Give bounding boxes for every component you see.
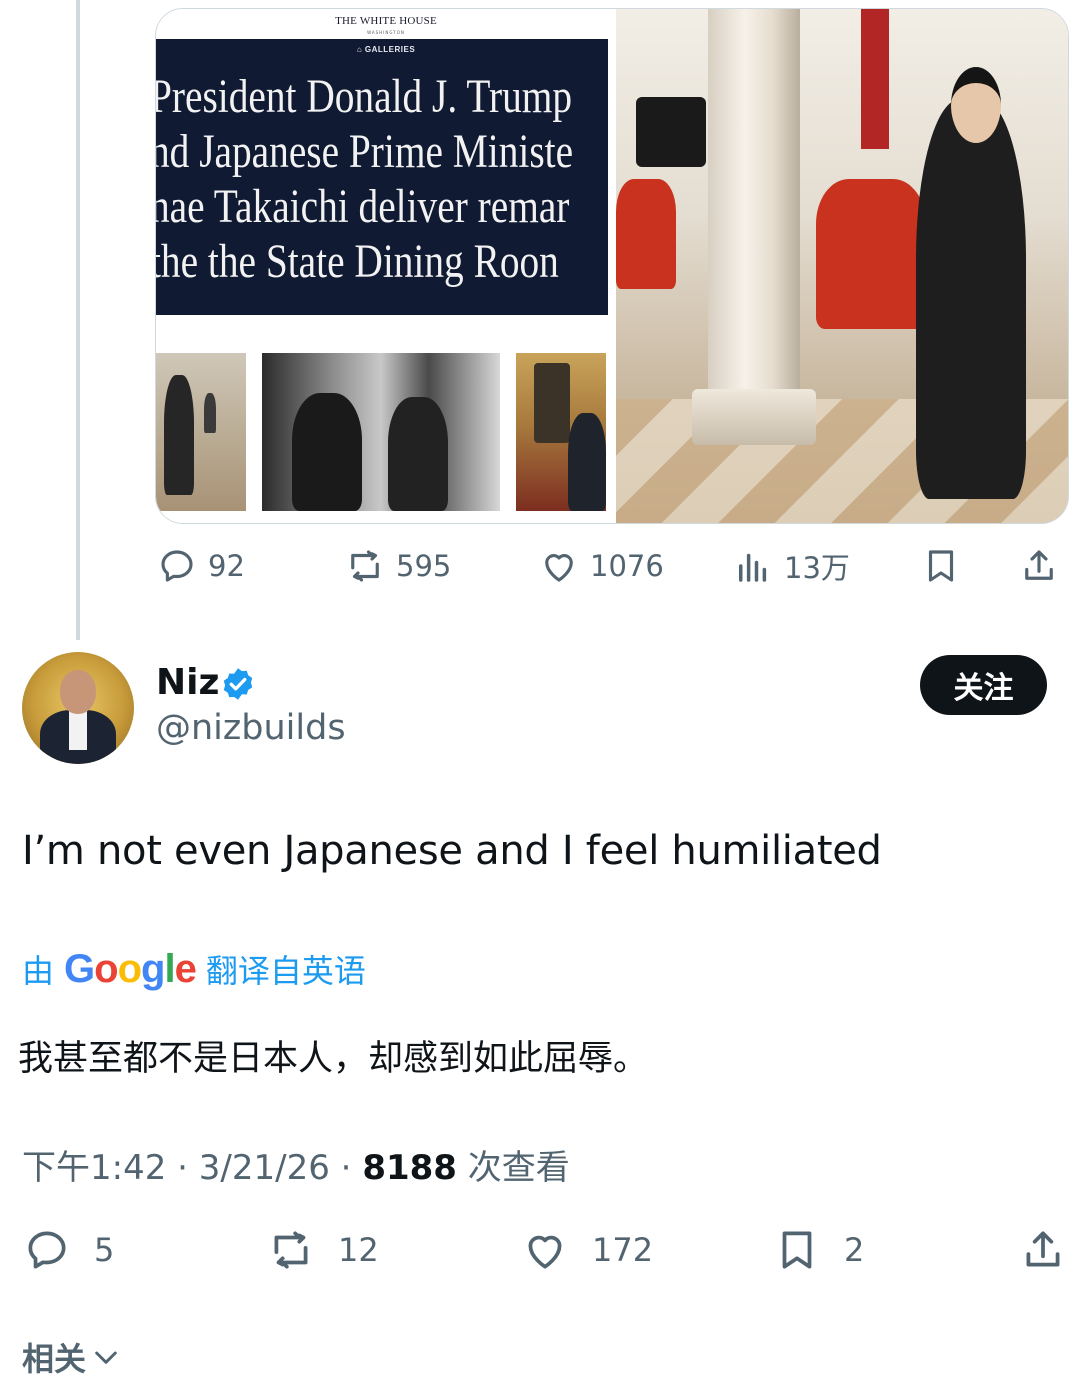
repost-count: 12 (338, 1231, 379, 1269)
section-label: ⌂ GALLERIES (356, 45, 416, 54)
site-logo-sub: WASHINGTON (367, 30, 405, 35)
related-toggle[interactable]: 相关 (22, 1334, 122, 1380)
tweet-time[interactable]: 下午1:42 (22, 1148, 166, 1188)
repost-count: 595 (396, 549, 452, 583)
follow-button[interactable]: 关注 (920, 655, 1047, 715)
screenshot-panel[interactable]: THE WHITE HOUSE WASHINGTON ⌂ GALLERIES P… (156, 9, 616, 523)
bookmark-button[interactable] (920, 540, 962, 592)
tweet-meta: 下午1:42 · 3/21/26 · 8188 次查看 (22, 1148, 570, 1188)
repost-button[interactable]: 12 (266, 1224, 379, 1276)
like-icon (545, 554, 573, 582)
like-button[interactable]: 1076 (538, 540, 664, 592)
like-icon (528, 1235, 562, 1269)
repost-button[interactable]: 595 (344, 540, 451, 592)
like-count: 172 (592, 1231, 654, 1269)
reply-button[interactable]: 5 (22, 1224, 114, 1276)
gallery-thumbnail[interactable] (156, 353, 246, 511)
related-label: 相关 (22, 1340, 87, 1378)
media-card[interactable]: THE WHITE HOUSE WASHINGTON ⌂ GALLERIES P… (155, 8, 1069, 524)
translate-suffix: 翻译自英语 (205, 952, 366, 990)
translated-text: 我甚至都不是日本人，却感到如此屈辱。 (18, 1039, 649, 1079)
verified-badge-icon (223, 668, 253, 700)
like-count: 1076 (590, 549, 664, 583)
bookmark-count: 2 (844, 1231, 865, 1269)
share-button[interactable] (1018, 1224, 1068, 1276)
share-icon (1025, 550, 1053, 580)
gallery-thumbnail[interactable] (516, 353, 606, 511)
views-total: 8188 (362, 1148, 457, 1188)
bookmark-button[interactable]: 2 (772, 1224, 864, 1276)
reply-count: 5 (94, 1231, 115, 1269)
author-name[interactable]: Niz (156, 662, 219, 703)
bookmark-icon (928, 550, 954, 582)
like-button[interactable]: 172 (520, 1224, 653, 1276)
share-icon (1026, 1231, 1060, 1267)
views-icon (739, 553, 767, 582)
dining-room-photo[interactable] (616, 9, 1068, 523)
thread-connector-line (76, 0, 80, 640)
share-button[interactable] (1018, 540, 1060, 592)
repost-icon (274, 1231, 308, 1269)
headline-line: nae Takaichi deliver remar (156, 180, 570, 233)
parent-action-bar: 92 595 1076 13万 (156, 540, 1068, 592)
gallery-thumbnail[interactable] (262, 353, 500, 511)
views-button[interactable]: 13万 (732, 540, 850, 592)
reply-icon (161, 550, 193, 582)
headline-line: nd Japanese Prime Ministe (156, 125, 574, 178)
tweet-action-bar: 5 12 172 2 (22, 1224, 1068, 1280)
author-handle[interactable]: @nizbuilds (156, 708, 346, 748)
translate-prefix: 由 (22, 952, 55, 990)
reply-icon (28, 1231, 66, 1269)
headline: President Donald J. Trump nd Japanese Pr… (156, 69, 608, 289)
reply-button[interactable]: 92 (156, 540, 245, 592)
translation-attribution[interactable]: 由 Google 翻译自英语 (22, 944, 366, 994)
headline-banner: ⌂ GALLERIES President Donald J. Trump nd… (156, 39, 608, 315)
bookmark-icon (782, 1231, 812, 1269)
chevron-down-icon (95, 1351, 117, 1364)
repost-icon (351, 550, 379, 582)
site-logo: THE WHITE HOUSE (335, 15, 437, 27)
reply-count: 92 (208, 549, 245, 583)
views-count: 13万 (784, 551, 850, 585)
headline-line: President Donald J. Trump (156, 70, 573, 123)
avatar[interactable] (22, 652, 134, 764)
tweet-text: I’m not even Japanese and I feel humilia… (22, 828, 882, 874)
headline-line: the the State Dining Roon (156, 235, 559, 288)
views-label: 次查看 (467, 1148, 570, 1188)
tweet-date[interactable]: 3/21/26 (199, 1148, 330, 1188)
google-logo: Google (64, 946, 197, 991)
